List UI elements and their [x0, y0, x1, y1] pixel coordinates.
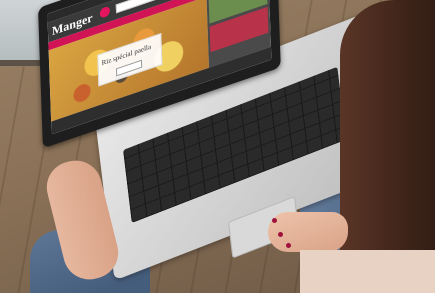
nail-polish: [286, 243, 291, 248]
nail-polish: [278, 232, 283, 237]
photo-scene: Manger Riz spécial paella: [0, 0, 435, 293]
nail-polish: [272, 218, 277, 223]
person-sweater: [300, 250, 435, 293]
person-right-hand: [268, 212, 348, 252]
